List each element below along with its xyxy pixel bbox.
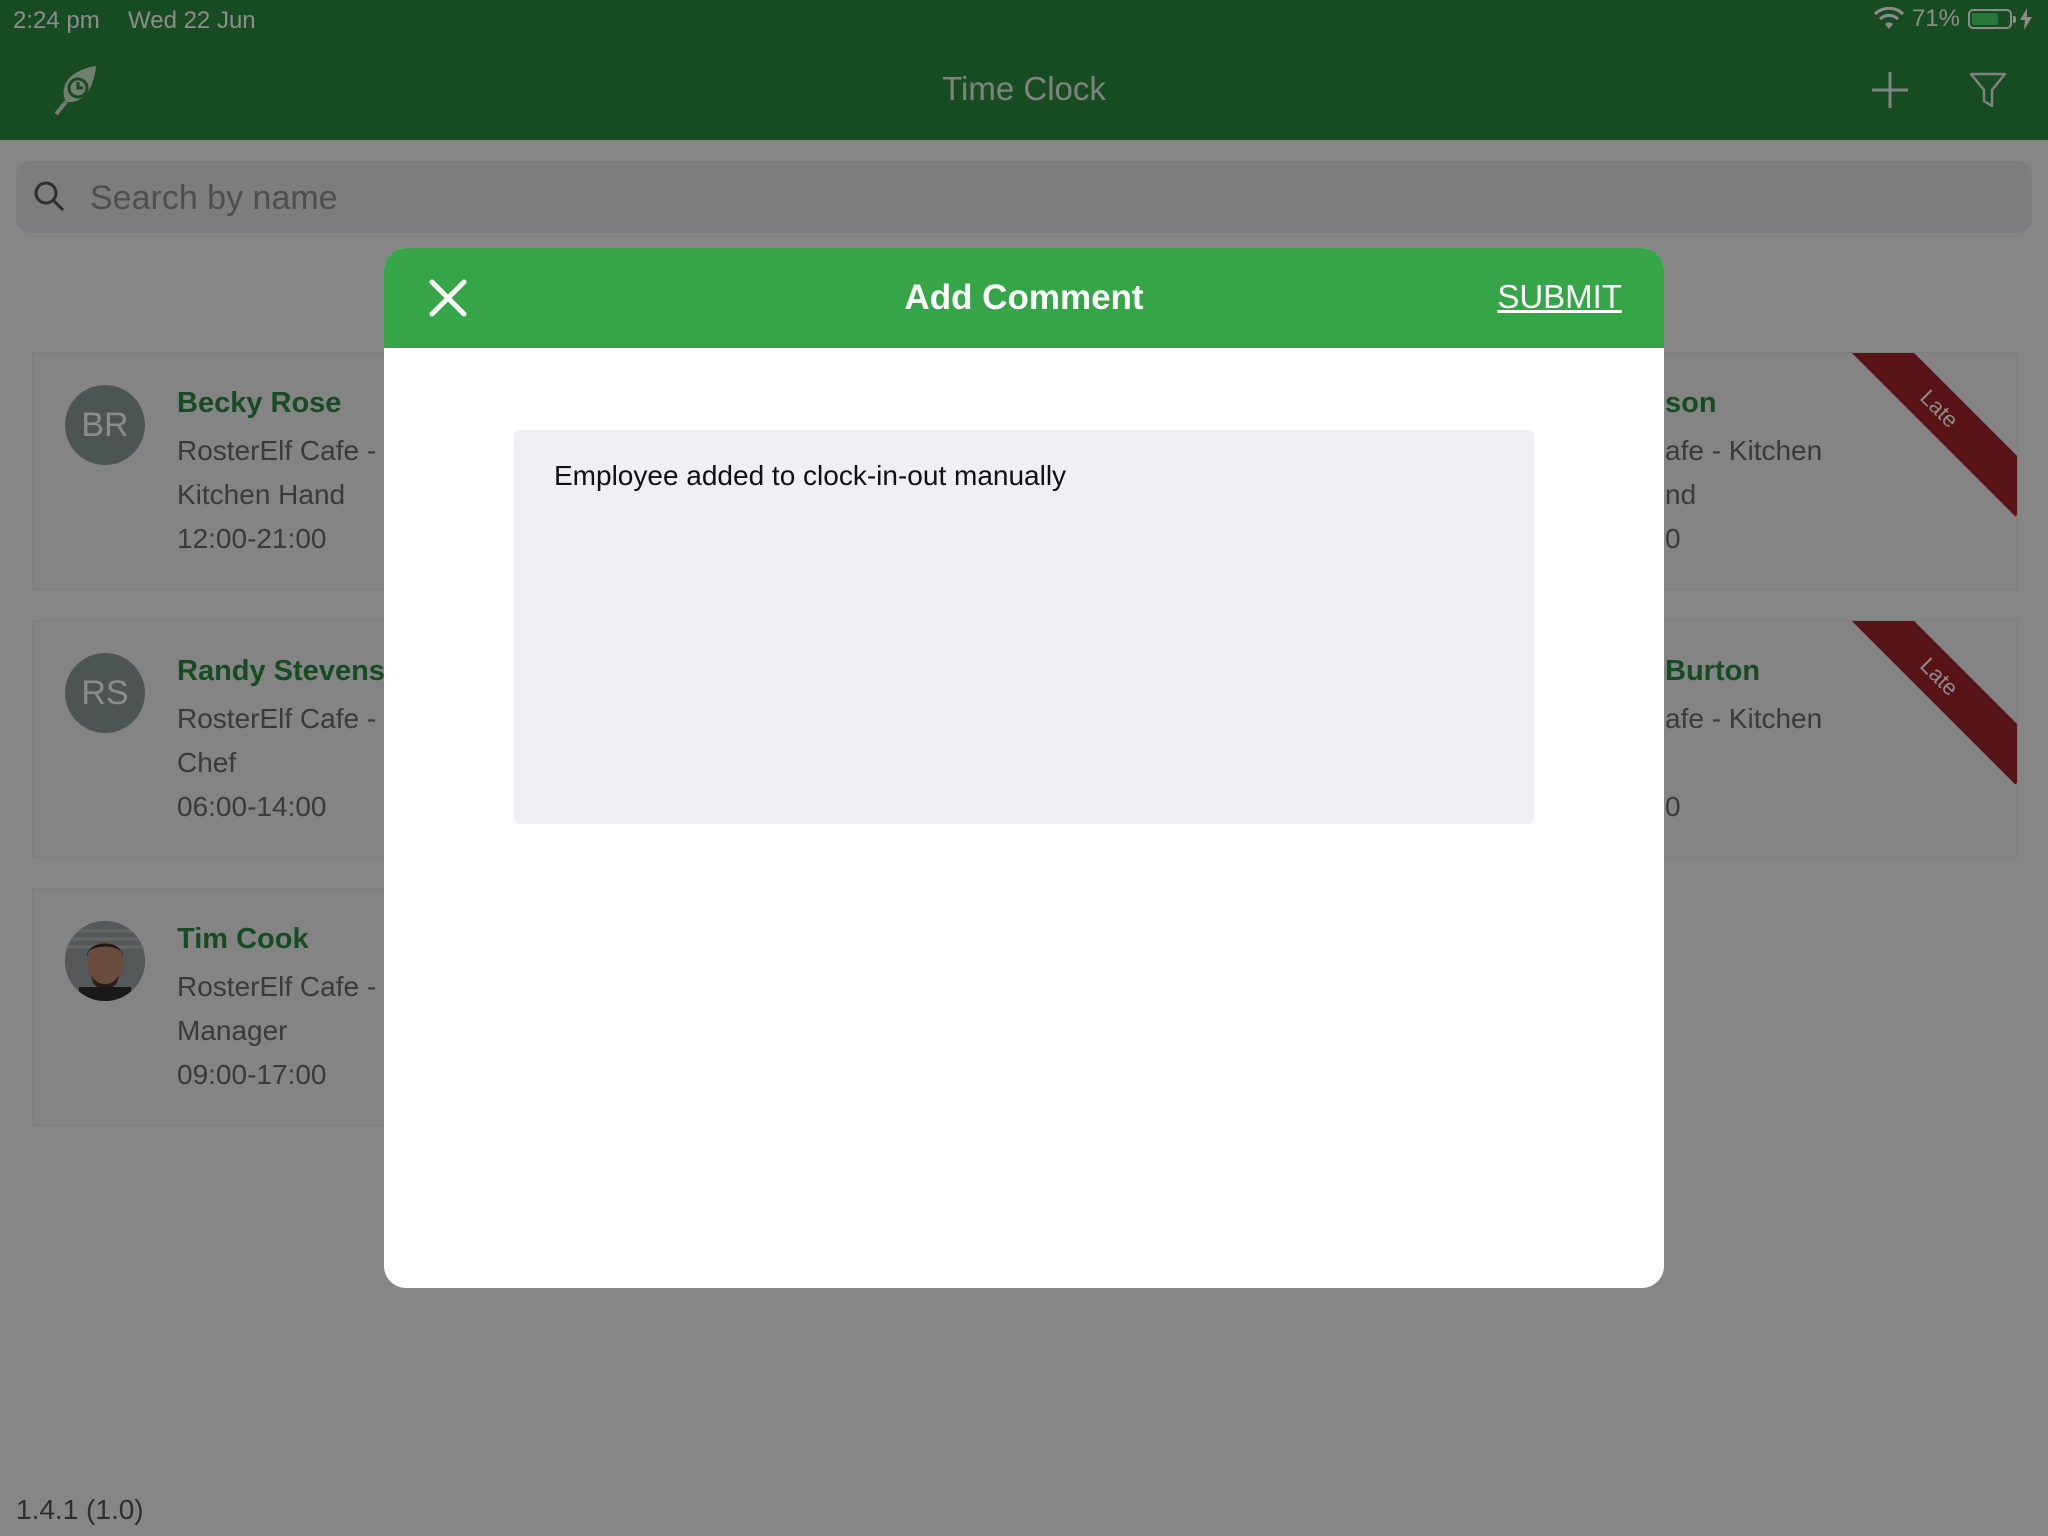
add-comment-dialog: Add Comment SUBMIT Employee added to clo… <box>384 248 1664 1288</box>
submit-button[interactable]: SUBMIT <box>1497 278 1622 316</box>
comment-input[interactable]: Employee added to clock-in-out manually <box>514 430 1534 824</box>
dialog-header: Add Comment SUBMIT <box>384 248 1664 348</box>
dialog-title: Add Comment <box>904 278 1144 317</box>
